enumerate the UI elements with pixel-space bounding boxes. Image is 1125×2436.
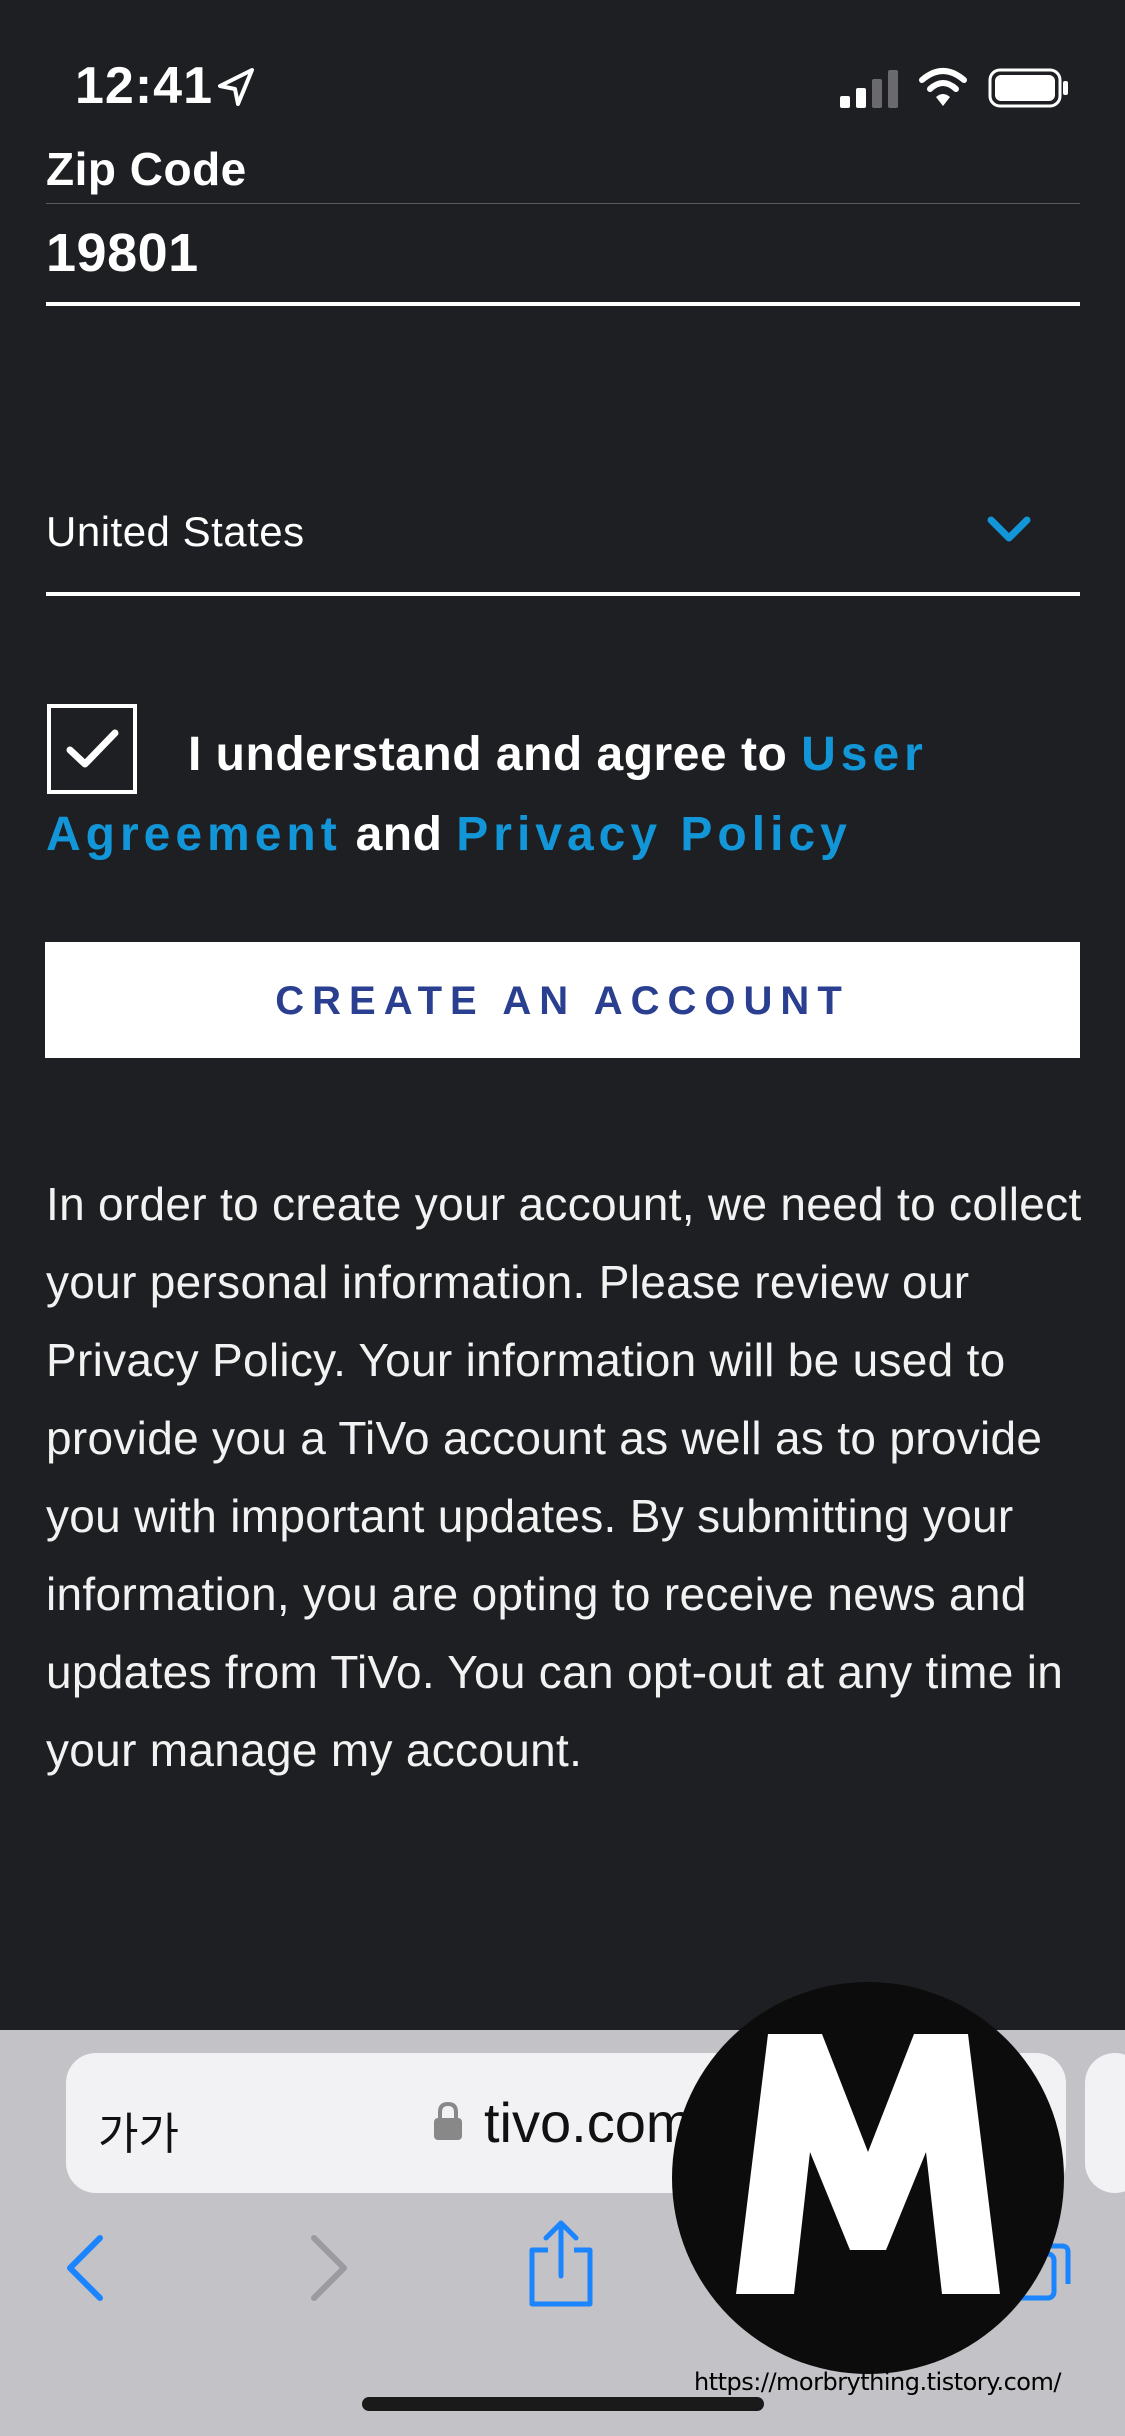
agreement-text: I understand and agree to User Agreement… [46,715,1086,875]
zip-code-underline [46,302,1080,306]
wifi-icon [919,68,967,106]
create-account-button[interactable]: CREATE AN ACCOUNT [45,942,1080,1058]
watermark-url: https://morbrything.tistory.com/ [694,2368,1061,2396]
country-underline [46,592,1080,596]
watermark-logo: b [672,1982,1064,2374]
agreement-text-middle: and [341,808,457,861]
battery-icon [988,68,1068,108]
url-text[interactable]: tivo.com [484,2090,693,2155]
privacy-policy-link[interactable]: Privacy Policy [456,808,852,861]
home-indicator [362,2397,764,2411]
country-select[interactable]: United States [46,508,305,556]
privacy-info-text: In order to create your account, we need… [46,1178,1082,1776]
watermark-logo-sub: b [850,2043,884,2099]
forward-icon[interactable] [304,2232,354,2304]
cellular-signal-icon [840,70,898,108]
chevron-down-icon[interactable] [985,512,1033,548]
zip-code-input[interactable]: 19801 [46,222,199,284]
divider [46,203,1080,204]
status-bar: 12:41 [0,0,1125,140]
page: 12:41 Zip Code 19801 United States I und… [0,0,1125,2436]
zip-code-label: Zip Code [46,143,247,195]
text-size-button[interactable]: 가가 [98,2098,179,2162]
agreement-text-before: I understand and agree to [188,728,802,781]
back-icon[interactable] [60,2232,110,2304]
share-icon[interactable] [524,2218,598,2310]
status-time: 12:41 [75,57,213,115]
location-arrow-icon [218,68,254,106]
lock-icon [434,2101,462,2140]
next-tab-preview[interactable] [1085,2053,1125,2193]
